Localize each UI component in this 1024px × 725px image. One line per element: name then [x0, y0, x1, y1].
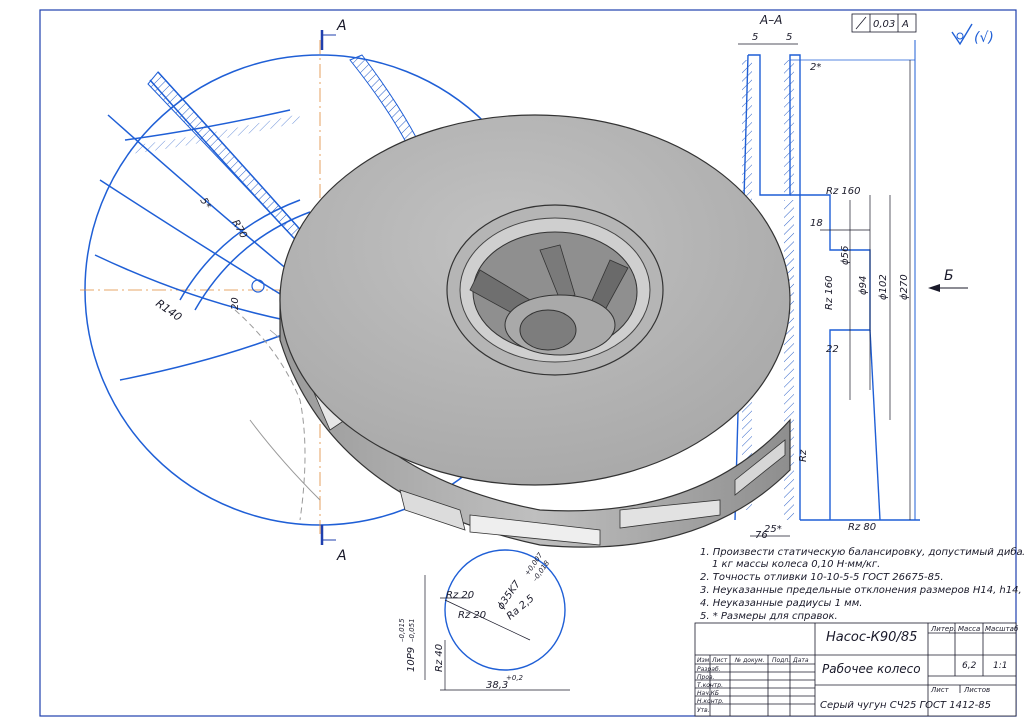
tb-row-label: Т.контр. — [697, 682, 723, 689]
section-title: А–А — [759, 13, 782, 27]
note-line: 1 кг массы колеса 0,10 Н·мм/кг. — [712, 559, 880, 570]
tb-header-col: Подп. — [772, 657, 790, 664]
note-line: 4. Неуказанные радиусы 1 мм. — [700, 598, 862, 609]
roughness-symbol: (√) — [951, 23, 994, 46]
tb-row-label: Н.контр. — [697, 698, 724, 705]
cut-label-top: А — [336, 18, 347, 34]
roughness-text: (√) — [974, 30, 994, 46]
tb-row-label: Пров. — [697, 674, 715, 681]
dim-d56: ϕ56 — [840, 246, 851, 265]
tb-mass: 6,2 — [962, 661, 977, 671]
dim-d94: ϕ94 — [858, 276, 869, 295]
tb-header-col: № докум. — [734, 657, 765, 664]
dim-angle-2: 2* — [810, 62, 821, 73]
tb-header-col: Лист — [711, 657, 728, 664]
note-line: 1. Произвести статическую балансировку, … — [700, 546, 1024, 558]
impeller-3d-model — [279, 114, 791, 548]
view-arrow: Б — [928, 268, 968, 292]
note-line: 5. * Размеры для справок. — [700, 611, 838, 622]
dim-5: 5* — [197, 196, 212, 211]
tolerance-value: 0,03 — [873, 19, 895, 30]
dim-d102: ϕ102 — [878, 274, 889, 300]
rz80: Rz 80 — [848, 522, 876, 533]
tb-row-label: Нач.КБ — [697, 690, 719, 697]
rz160-mid: Rz 160 — [824, 276, 835, 310]
detail-depth: 38,3 — [486, 680, 508, 691]
detail-key: 10P9 — [406, 647, 417, 672]
detail-rz40: Rz 40 — [434, 644, 445, 672]
dim-18: 18 — [810, 218, 823, 229]
drawing-sheet: А А R140 R70 20 5* А–А 5 5 2* Rz 160 18 … — [39, 9, 1024, 717]
note-line: 2. Точность отливки 10-10-5-5 ГОСТ 26675… — [700, 572, 944, 583]
notes-block: 1. Произвести статическую балансировку, … — [700, 546, 1024, 622]
rz160-top: Rz 160 — [826, 186, 860, 197]
tb-col-scale: Масштаб — [985, 625, 1019, 633]
tb-header-col: Дата — [792, 657, 809, 664]
tb-sheets: Листов — [963, 686, 990, 694]
dim-20: 20 — [230, 297, 241, 310]
tb-col-litera: Литер. — [930, 625, 956, 633]
tb-scale: 1:1 — [993, 661, 1007, 671]
tb-material: Серый чугун СЧ25 ГОСТ 1412-85 — [820, 700, 991, 711]
tb-sheet: Лист — [930, 686, 950, 694]
tb-row-label: Разраб. — [697, 666, 721, 673]
tb-row-label: Утв. — [697, 707, 710, 714]
detail-rz20a: Rz 20 — [446, 590, 474, 601]
cut-label-bottom: А — [336, 548, 347, 564]
tolerance-frame: 0,03 А — [851, 13, 917, 33]
tb-col-mass: Масса — [958, 625, 980, 633]
detail-key-tol-bot: –0,051 — [408, 618, 416, 642]
cut-marker-top: А — [320, 18, 347, 50]
tb-designation: Насос-К90/85 — [826, 630, 917, 645]
dim-22: 22 — [826, 344, 839, 355]
dim-d270: ϕ270 — [899, 274, 910, 300]
dim-w5b: 5 — [786, 32, 792, 43]
tolerance-datum: А — [901, 19, 909, 30]
note-line: 3. Неуказанные предельные отклонения раз… — [700, 585, 1024, 596]
tb-part-name: Рабочее колесо — [822, 662, 921, 676]
detail-view — [424, 549, 570, 691]
detail-key-tol-top: –0,015 — [398, 618, 406, 642]
dim-w5a: 5 — [752, 32, 758, 43]
detail-depth-tol: +0,2 — [506, 674, 524, 682]
view-label: Б — [944, 268, 954, 284]
dim-25: 25* — [764, 524, 782, 535]
rz-side: Rz — [798, 449, 809, 462]
tb-header-col: Изм. — [697, 657, 711, 664]
detail-rz20b: Rz 20 — [458, 610, 486, 621]
cut-marker-bottom: А — [320, 525, 347, 564]
dim-r140: R140 — [153, 297, 184, 324]
